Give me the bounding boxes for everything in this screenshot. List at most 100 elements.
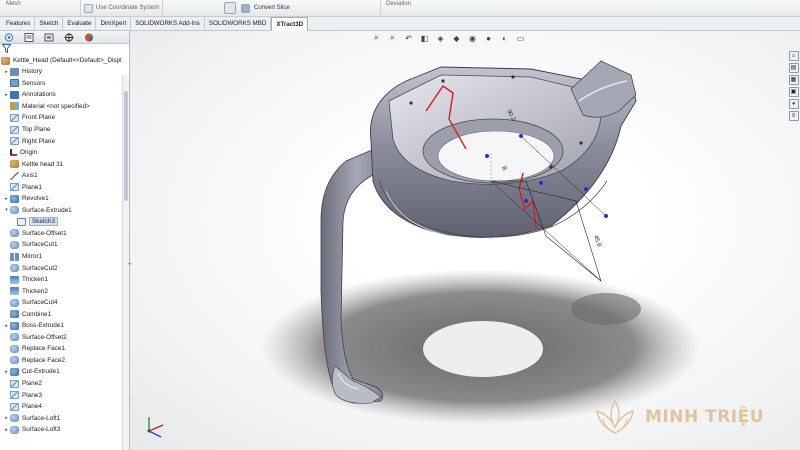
tab-dimxpert[interactable]: DimXpert	[96, 17, 132, 31]
mesh-button[interactable]: Mesh	[6, 1, 21, 7]
tree-item-front-plane[interactable]: Front Plane	[0, 112, 129, 124]
tree-item-combine1[interactable]: Combine1	[0, 308, 129, 320]
scrollbar-thumb[interactable]	[124, 91, 128, 201]
model-render[interactable]: 90.2 45.8 30	[131, 31, 800, 450]
tree-item-revolve1[interactable]: ▸ Revolve1	[0, 193, 129, 205]
feature-manager-icon[interactable]	[3, 32, 14, 42]
design-library-icon[interactable]: ▤	[788, 63, 799, 73]
surface-icon	[10, 298, 19, 307]
tree-item-surfacecut2[interactable]: SurfaceCut2	[0, 262, 129, 274]
tree-item-material-not-specified[interactable]: Material <not specified>	[0, 101, 129, 113]
tree-item-surface-loft3[interactable]: ▸ Surface-Loft3	[0, 424, 129, 436]
thicken-icon	[10, 275, 19, 284]
convert-slice-icon[interactable]	[241, 4, 250, 13]
tree-item-annotations[interactable]: ▸ Annotations	[0, 89, 129, 101]
tree-item-label: Thicken2	[22, 287, 48, 295]
tree-item-mirror1[interactable]: Mirror1	[0, 251, 129, 263]
filter-icon[interactable]	[0, 44, 129, 55]
display-manager-icon[interactable]	[83, 32, 94, 42]
surface-icon	[10, 414, 19, 423]
tab-evaluate[interactable]: Evaluate	[63, 17, 97, 31]
tree-item-surface-offset1[interactable]: Surface-Offset1	[0, 228, 129, 240]
tree-item-thicken1[interactable]: Thicken1	[0, 274, 129, 286]
expand-arrow-icon[interactable]: ▸	[3, 196, 10, 202]
view-palette-icon[interactable]: ▣	[788, 87, 799, 97]
surface-icon	[10, 356, 19, 365]
task-pane-tabs: ⌂ ▤ ▦ ▣ ◕ ≡	[787, 51, 800, 121]
convert-slice-button[interactable]: Convert Slice	[254, 5, 290, 11]
tree-item-label: Top Plane	[22, 126, 51, 133]
tree-item-axis1[interactable]: Axis1	[0, 170, 129, 182]
coordinate-system-icon[interactable]	[84, 4, 93, 13]
surface-icon	[10, 344, 19, 353]
sketch-icon	[17, 217, 26, 226]
tree-item-surfacecut4[interactable]: SurfaceCut4	[0, 297, 129, 309]
tree-item-label: Sketch3	[29, 217, 59, 227]
tab-xtract3d[interactable]: XTract3D	[271, 17, 309, 31]
expand-arrow-icon[interactable]: ▸	[3, 427, 10, 433]
tree-item-kettle-head-31[interactable]: Kettle head 31	[0, 158, 129, 170]
tree-item-origin[interactable]: Origin	[0, 147, 129, 159]
reference-triad-icon	[147, 417, 164, 438]
tree-item-label: Axis1	[22, 172, 38, 180]
tree-item-label: Right Plane	[22, 137, 56, 145]
expand-arrow-icon[interactable]: ▸	[3, 415, 10, 421]
expand-arrow-icon[interactable]: ▸	[3, 323, 10, 329]
tree-item-history[interactable]: ▸ History	[0, 66, 129, 78]
thicken-icon	[10, 287, 19, 296]
tree-item-sketch3[interactable]: Sketch3	[0, 216, 129, 228]
tree-item-surfacecut1[interactable]: SurfaceCut1	[0, 239, 129, 251]
surface-icon	[10, 240, 19, 249]
file-explorer-icon[interactable]: ▦	[788, 75, 799, 85]
tree-item-plane3[interactable]: Plane3	[0, 389, 129, 401]
resources-icon[interactable]: ⌂	[788, 51, 799, 61]
tree-item-sensors[interactable]: Sensors	[0, 78, 129, 90]
tree-item-label: Sensors	[22, 79, 46, 87]
tab-solidworks-mbd[interactable]: SOLIDWORKS MBD	[205, 17, 272, 31]
surface-icon	[10, 333, 19, 342]
tree-item-boss-extrude1[interactable]: ▸ Boss-Extrude1	[0, 320, 129, 332]
plane-icon	[10, 125, 19, 134]
tab-features[interactable]: Features	[2, 17, 36, 31]
tab-solidworks-add-ins[interactable]: SOLIDWORKS Add-Ins	[131, 17, 205, 31]
plane-icon	[10, 137, 19, 146]
tree-item-plane2[interactable]: Plane2	[0, 378, 129, 390]
tree-item-right-plane[interactable]: Right Plane	[0, 135, 129, 147]
feature-icon	[10, 194, 19, 203]
tree-item-surface-loft1[interactable]: ▸ Surface-Loft1	[0, 412, 129, 424]
tree-item-surface-extrude1[interactable]: ▾ Surface-Extrude1	[0, 205, 129, 217]
graphics-area[interactable]: ⌕ ⌕ ↶ ◧ ◈ ◆ ◉ ● ◐ ▭ 90.2 45.8 30 ⌂ ▤ ▦ ▣…	[131, 31, 800, 450]
tree-item-top-plane[interactable]: Top Plane	[0, 124, 129, 136]
tree-root-label: Kettle_Head (Default<<Default>_Displ	[13, 57, 122, 64]
expand-arrow-icon[interactable]: ▸	[3, 69, 10, 75]
tree-item-surface-offset2[interactable]: Surface-Offset2	[0, 332, 129, 344]
deviation-button[interactable]: Deviation	[386, 1, 411, 7]
expand-arrow-icon[interactable]: ▸	[3, 92, 10, 98]
tree-item-label: SurfaceCut1	[22, 241, 58, 249]
feature-manager-panel: Kettle_Head (Default<<Default>_Displ ▸ Hi…	[0, 31, 131, 450]
tree-item-plane1[interactable]: Plane1	[0, 181, 129, 193]
tree-item-label: Origin	[20, 149, 38, 157]
kettle-body[interactable]	[369, 60, 637, 238]
custom-properties-icon[interactable]: ≡	[788, 111, 799, 121]
annotations-icon	[10, 90, 19, 99]
origin-icon	[10, 149, 17, 157]
property-manager-icon[interactable]	[23, 32, 34, 42]
tree-item-cut-extrude1[interactable]: ▸ Cut-Extrude1	[0, 366, 129, 378]
tree-item-label: Material <not specified>	[22, 102, 90, 110]
collapse-arrow-icon[interactable]: ▾	[3, 207, 10, 213]
svg-text:45.8: 45.8	[592, 235, 602, 249]
tree-item-plane4[interactable]: Plane4	[0, 401, 129, 413]
tree-root-part[interactable]: Kettle_Head (Default<<Default>_Displ	[0, 55, 129, 66]
tree-item-label: Annotations	[22, 91, 56, 99]
tree-item-thicken2[interactable]: Thicken2	[0, 285, 129, 297]
appearances-icon[interactable]: ◕	[788, 99, 799, 109]
tab-sketch[interactable]: Sketch	[35, 17, 64, 31]
dimxpert-icon[interactable]	[63, 32, 74, 42]
configuration-manager-icon[interactable]	[43, 32, 54, 42]
use-coordinate-system-button[interactable]: Use Coordinate System	[96, 5, 159, 11]
tree-item-replace-face2[interactable]: Replace Face2	[0, 355, 129, 367]
expand-arrow-icon[interactable]: ▸	[3, 369, 10, 375]
slice-icon[interactable]	[224, 2, 236, 14]
tree-item-replace-face1[interactable]: Replace Face1	[0, 343, 129, 355]
